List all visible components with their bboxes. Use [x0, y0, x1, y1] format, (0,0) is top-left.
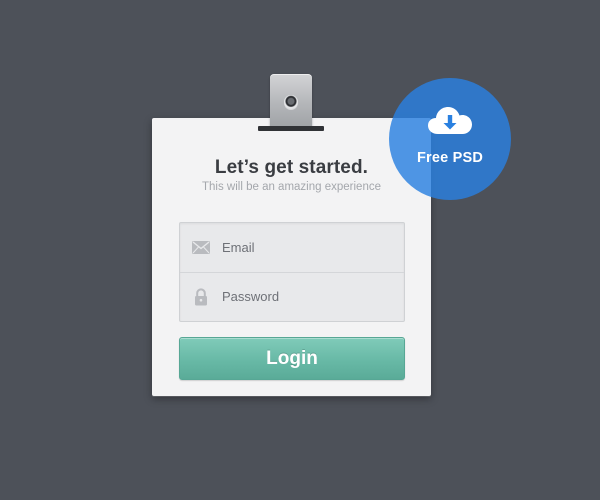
password-input[interactable] [222, 289, 382, 304]
free-psd-label: Free PSD [416, 150, 484, 166]
page-subtitle: This will be an amazing experience [202, 181, 381, 193]
badge-clip [270, 74, 312, 128]
envelope-icon [180, 241, 222, 254]
cloud-download-icon [428, 107, 472, 134]
clip-hole [284, 95, 298, 109]
email-input[interactable] [222, 240, 382, 255]
login-button[interactable]: Login [179, 337, 405, 380]
login-form [179, 222, 405, 322]
clip-slot [258, 126, 324, 131]
password-field[interactable] [180, 272, 404, 321]
email-field[interactable] [180, 223, 404, 273]
lock-icon [180, 287, 222, 306]
free-psd-badge[interactable]: Free PSD [389, 78, 511, 200]
